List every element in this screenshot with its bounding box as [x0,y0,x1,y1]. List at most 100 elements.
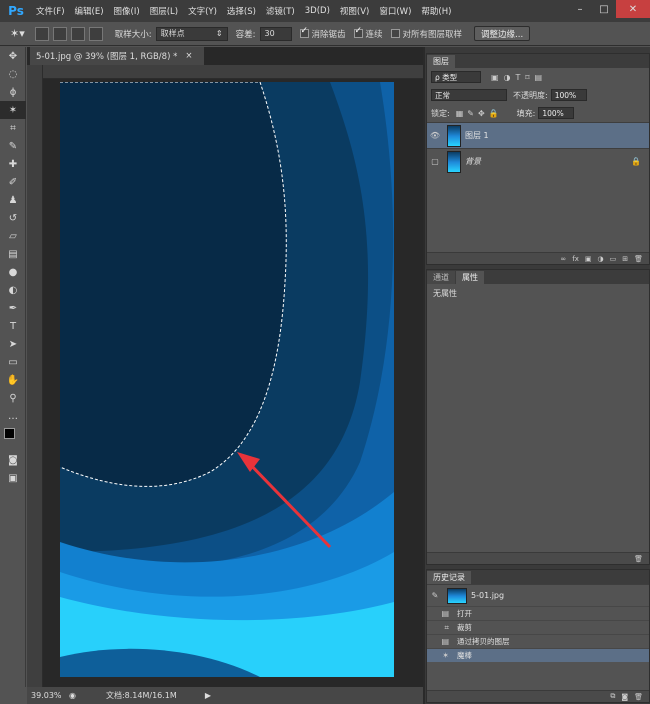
history-item[interactable]: ▤ 通过拷贝的图层 [427,634,649,648]
opacity-input[interactable]: 100% [550,89,587,101]
tab-channels[interactable]: 通道 [427,271,455,284]
delete-layer-icon[interactable]: 🗑 [634,255,643,263]
new-selection-icon[interactable] [34,26,49,41]
delete-icon[interactable]: 🗑 [634,693,643,701]
visibility-eye-icon[interactable]: 👁 [427,131,443,140]
history-brush-icon[interactable]: ↺ [0,209,26,227]
zoom-readout[interactable]: 39.03% [31,691,65,700]
foreground-color[interactable] [4,428,15,439]
healing-tool-icon[interactable]: ✚ [0,155,26,173]
layer-filter-select[interactable]: ρ 类型 [431,71,481,83]
pen-tool-icon[interactable]: ✒ [0,299,26,317]
menu-filter[interactable]: 滤镜(T) [266,5,295,17]
shape-tool-icon[interactable]: ▭ [0,353,26,371]
properties-panel: 通道 属性 无属性 🗑 [426,269,650,565]
marquee-tool-icon[interactable]: ◌ [0,65,26,83]
blur-tool-icon[interactable]: ● [0,263,26,281]
dodge-tool-icon[interactable]: ◐ [0,281,26,299]
new-layer-icon[interactable]: ⊞ [622,255,628,263]
color-swatches[interactable] [0,425,25,451]
zoom-tool-icon[interactable]: ⚲ [0,389,26,407]
menu-3d[interactable]: 3D(D) [305,6,330,16]
menu-help[interactable]: 帮助(H) [421,5,451,17]
antialias-checkbox[interactable] [299,26,309,38]
menu-bar: Ps 文件(F) 编辑(E) 图像(I) 图层(L) 文字(Y) 选择(S) 滤… [0,0,650,22]
stamp-tool-icon[interactable]: ♟ [0,191,26,209]
brush-tool-icon[interactable]: ✐ [0,173,26,191]
history-item[interactable]: ▤ 打开 [427,606,649,620]
add-mask-icon[interactable]: ▣ [585,255,592,263]
magic-wand-icon[interactable]: ✶▾ [10,27,25,40]
adjustment-icon[interactable]: ◑ [598,255,604,263]
history-item-active[interactable]: ✶ 魔棒 [427,648,649,662]
sample-size-select[interactable]: 取样点 ⇕ [155,26,228,41]
layer-row-1[interactable]: 👁 图层 1 [427,122,649,148]
menu-image[interactable]: 图像(I) [114,5,140,17]
options-bar: ✶▾ 取样大小: 取样点 ⇕ 容差: 30 消除锯齿 连续 对所有图层取样 调整边… [0,22,650,46]
menu-file[interactable]: 文件(F) [36,5,65,17]
history-snapshot[interactable]: ✎ 5-01.jpg [427,584,649,606]
layer-name[interactable]: 图层 1 [465,130,489,141]
layer-name[interactable]: 背景 [465,156,481,167]
blend-mode-select[interactable]: 正常 [431,89,507,101]
type-tool-icon[interactable]: T [0,317,26,335]
tab-properties[interactable]: 属性 [456,271,484,284]
history-panel: 历史记录 ✎ 5-01.jpg ▤ 打开 ⌗ 裁剪 ▤ 通过拷贝的图层 ✶ 魔棒… [426,569,650,703]
menu-view[interactable]: 视图(V) [340,5,369,17]
tab-history[interactable]: 历史记录 [427,571,471,584]
layers-footer: ∞ fx ▣ ◑ ▭ ⊞ 🗑 [427,252,649,264]
right-panel-dock: 图层 ρ 类型 ▣◑T⌑▤ 正常 不透明度: 100% 锁定: ▦✎✥🔒 填充:… [423,47,650,704]
menu-window[interactable]: 窗口(W) [379,5,411,17]
group-icon[interactable]: ▭ [610,255,617,263]
minimize-button[interactable]: – [568,0,592,18]
delete-icon[interactable]: 🗑 [634,555,643,563]
quick-mask-icon[interactable]: ◙ [0,451,26,469]
snapshot-thumbnail [447,587,467,604]
sample-all-label: 对所有图层取样 [402,29,463,40]
add-selection-icon[interactable] [52,26,67,41]
status-info-icon[interactable]: ◉ [69,691,76,700]
menu-select[interactable]: 选择(S) [227,5,256,17]
document-tab[interactable]: 5-01.jpg @ 39% (图层 1, RGB/8) * × [30,47,205,65]
new-document-icon[interactable]: ⧉ [610,692,615,701]
status-menu-arrow-icon[interactable]: ▶ [205,691,211,700]
magic-wand-tool-icon[interactable]: ✶ [0,101,26,119]
visibility-toggle-icon[interactable]: ▢ [427,157,443,166]
document-area: 5-01.jpg @ 39% (图层 1, RGB/8) * × [27,47,423,687]
path-select-icon[interactable]: ➤ [0,335,26,353]
eraser-tool-icon[interactable]: ▱ [0,227,26,245]
fx-icon[interactable]: fx [572,255,579,263]
photoshop-logo: Ps [8,4,24,18]
close-button[interactable]: ✕ [616,0,650,18]
lasso-tool-icon[interactable]: ϕ [0,83,26,101]
refine-edge-button[interactable]: 调整边缘... [474,26,531,41]
image-canvas[interactable] [60,82,394,677]
menu-type[interactable]: 文字(Y) [188,5,217,17]
menu-layer[interactable]: 图层(L) [150,5,178,17]
filter-icons[interactable]: ▣◑T⌑▤ [491,73,547,82]
contiguous-checkbox[interactable] [353,26,363,38]
eyedropper-tool-icon[interactable]: ✎ [0,137,26,155]
layer-icon: ▤ [441,637,449,646]
lock-icons[interactable]: ▦✎✥🔒 [456,109,503,118]
more-icon[interactable]: … [0,407,26,425]
camera-icon[interactable]: ◙ [621,693,628,701]
snapshot-brush-icon[interactable]: ✎ [427,591,443,600]
fill-input[interactable]: 100% [538,107,575,119]
crop-tool-icon[interactable]: ⌗ [0,119,26,137]
hand-tool-icon[interactable]: ✋ [0,371,26,389]
intersect-selection-icon[interactable] [88,26,103,41]
tolerance-input[interactable]: 30 [259,26,292,41]
sample-all-checkbox[interactable] [390,29,400,38]
layer-row-background[interactable]: ▢ 背景 🔒 [427,148,649,174]
close-tab-icon[interactable]: × [185,51,192,61]
tab-layers[interactable]: 图层 [427,55,455,68]
move-tool-icon[interactable]: ✥ [0,47,26,65]
screen-mode-icon[interactable]: ▣ [0,469,26,487]
gradient-tool-icon[interactable]: ▤ [0,245,26,263]
link-layers-icon[interactable]: ∞ [560,255,566,263]
subtract-selection-icon[interactable] [70,26,85,41]
maximize-button[interactable]: □ [592,0,616,18]
history-item[interactable]: ⌗ 裁剪 [427,620,649,634]
menu-edit[interactable]: 编辑(E) [75,5,104,17]
